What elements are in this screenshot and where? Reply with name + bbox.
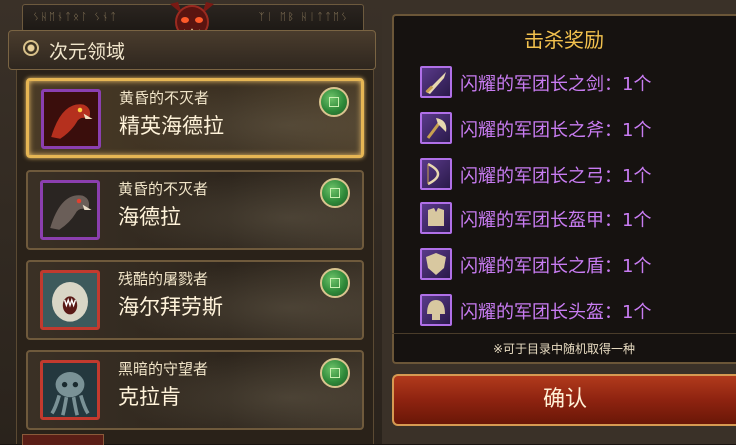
boss-card-elite-hydra[interactable]: 黄昏的不灭者 精英海德拉 (26, 78, 364, 158)
bow-icon (420, 158, 452, 190)
reward-item-label: 闪耀的军团长之盾：1个 (460, 256, 652, 277)
region-header: 次元领域 (8, 30, 376, 70)
sword-icon (420, 66, 452, 98)
axe-icon (420, 112, 452, 144)
region-title: 次元领域 (49, 41, 126, 63)
kraken-portrait-icon (40, 360, 100, 420)
reward-title: 击杀奖励 (524, 28, 604, 52)
boss-subtitle: 残酷的屠戮者 (118, 270, 209, 288)
shield-icon (420, 248, 452, 280)
reward-item[interactable]: 闪耀的军团长之剑：1个 (420, 64, 736, 98)
beast-portrait-icon (40, 270, 100, 330)
boss-card-hydra[interactable]: 黄昏的不灭者 海德拉 (26, 170, 364, 250)
reward-gem-icon (319, 87, 349, 117)
boss-card-hellbilos[interactable]: 残酷的屠戮者 海尔拜劳斯 (26, 260, 364, 340)
confirm-button[interactable]: 确认 (392, 374, 736, 426)
boss-subtitle: 黑暗的守望者 (118, 360, 209, 378)
rune-text-left: ᛊᚺᛖᚾᛏᛟᛚ ᛊᚾᛏ (33, 12, 119, 23)
rune-text-right: ᛉᛁ ᛖᛒ ᚺᛁᛏᛏᛖᛊ (258, 12, 349, 23)
boss-name: 精英海德拉 (119, 114, 224, 138)
region-radio-icon (23, 40, 39, 56)
bottom-tab[interactable] (22, 434, 104, 445)
reward-item-label: 闪耀的军团长之弓：1个 (460, 166, 652, 187)
reward-item[interactable]: 闪耀的军团长之斧：1个 (420, 110, 736, 144)
reward-divider (392, 333, 736, 334)
helmet-icon (420, 294, 452, 326)
reward-item[interactable]: 闪耀的军团长之弓：1个 (420, 156, 736, 190)
boss-card-kraken[interactable]: 黑暗的守望者 克拉肯 (26, 350, 364, 430)
reward-item-label: 闪耀的军团长之斧：1个 (460, 120, 652, 141)
reward-item[interactable]: 闪耀的军团长之盾：1个 (420, 246, 736, 280)
reward-item-label: 闪耀的军团长之剑：1个 (460, 74, 652, 95)
boss-name: 海尔拜劳斯 (118, 295, 223, 319)
armor-icon (420, 202, 452, 234)
boss-name: 克拉肯 (118, 385, 181, 409)
reward-gem-icon (320, 268, 350, 298)
hydra-portrait-icon (40, 180, 100, 240)
reward-note: ※可于目录中随机取得一种 (492, 342, 636, 356)
reward-item[interactable]: 闪耀的军团长头盔：1个 (420, 292, 736, 326)
boss-subtitle: 黄昏的不灭者 (118, 180, 209, 198)
reward-gem-icon (320, 178, 350, 208)
reward-gem-icon (320, 358, 350, 388)
reward-item-label: 闪耀的军团长头盔：1个 (460, 302, 652, 323)
hydra-portrait-icon (41, 89, 101, 149)
reward-item-label: 闪耀的军团长盔甲：1个 (460, 210, 652, 231)
reward-item[interactable]: 闪耀的军团长盔甲：1个 (420, 200, 736, 234)
boss-subtitle: 黄昏的不灭者 (119, 89, 210, 107)
boss-name: 海德拉 (118, 205, 181, 229)
